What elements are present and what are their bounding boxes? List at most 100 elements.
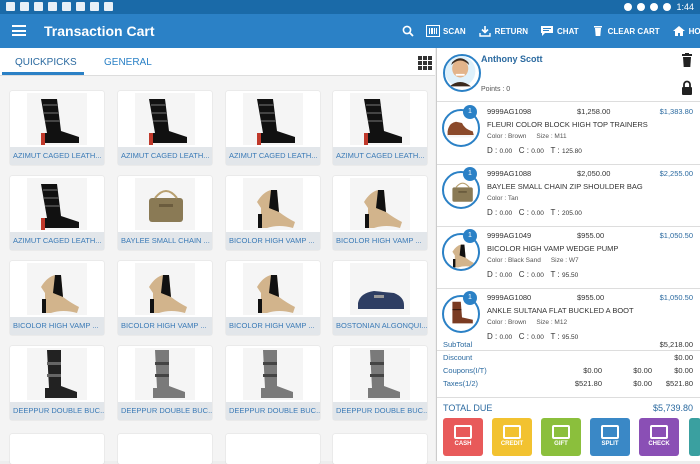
cart-item-dct: D : 0.00 C : 0.00 T : 205.00 [487,208,582,217]
product-card[interactable]: DEEPPUR DOUBLE BUC... [333,346,427,420]
product-image [118,93,212,147]
product-card-partial[interactable] [10,434,104,464]
product-label: AZIMUT CAGED LEATH... [226,147,320,165]
product-label: AZIMUT CAGED LEATH... [10,232,104,250]
credit-payment-button[interactable]: CREDIT [492,418,532,456]
cart-item-price: $955.00 [577,293,605,302]
cart-item-attributes: Color : Brown Size : M11 [487,133,567,140]
cart-item-total: $1,050.50 [659,293,693,302]
cart-item-name: BICOLOR HIGH VAMP WEDGE PUMP [487,244,619,253]
menu-icon[interactable] [12,25,26,36]
page-title: Transaction Cart [44,23,155,39]
product-label: AZIMUT CAGED LEATH... [333,147,427,165]
chat-button[interactable]: CHAT [540,25,579,37]
tab-general[interactable]: GENERAL [104,57,152,68]
product-image [333,178,427,232]
quantity-badge: 1 [463,229,477,243]
search-icon[interactable] [402,24,414,37]
product-card[interactable]: BICOLOR HIGH VAMP ... [333,176,427,250]
return-button[interactable]: RETURN [478,25,528,37]
product-card[interactable]: BICOLOR HIGH VAMP ... [226,176,320,250]
product-card[interactable]: DEEPPUR DOUBLE BUC... [226,346,320,420]
product-image [333,263,427,317]
product-image [226,348,320,402]
product-card[interactable]: BAYLEE SMALL CHAIN ... [118,176,212,250]
product-card[interactable]: AZIMUT CAGED LEATH... [226,91,320,165]
tab-bar: QUICKPICKS GENERAL [0,48,435,76]
scan-button[interactable]: SCAN [426,25,466,37]
customer-name[interactable]: Anthony Scott [481,54,543,64]
grid-view-icon[interactable] [418,56,432,70]
home-icon [672,26,685,36]
app-bar: Transaction Cart SCAN RETURN CHAT CLEAR … [0,14,700,48]
more-payment-button[interactable] [689,418,700,456]
product-image [10,348,104,402]
customer-points: Points : 0 [481,86,511,93]
product-label: DEEPPUR DOUBLE BUC... [118,402,212,420]
cart-item-name: BAYLEE SMALL CHAIN ZIP SHOULDER BAG [487,182,643,191]
quantity-badge: 1 [463,167,477,181]
wifi-icon [650,3,659,11]
product-card[interactable]: DEEPPUR DOUBLE BUC... [118,346,212,420]
clear-cart-button[interactable]: CLEAR CART [591,25,660,37]
notification-icon [90,2,99,11]
cart-item-total: $2,255.00 [659,169,693,178]
product-image [226,263,320,317]
product-label: BAYLEE SMALL CHAIN ... [118,232,212,250]
product-card[interactable]: AZIMUT CAGED LEATH... [10,176,104,250]
tab-quickpicks[interactable]: QUICKPICKS [15,57,77,68]
cart-item-price: $2,050.00 [577,169,611,178]
product-label: AZIMUT CAGED LEATH... [10,147,104,165]
avatar[interactable] [443,54,481,92]
product-label: AZIMUT CAGED LEATH... [118,147,212,165]
notification-icon [48,2,57,11]
cash-payment-button[interactable]: CASH [443,418,483,456]
product-card[interactable]: BOSTONIAN ALGONQUI... [333,261,427,335]
notification-icon [76,2,85,11]
taxes-row[interactable]: Taxes(1/2) $521.80 $0.00 $521.80 [437,378,700,391]
cart-item-sku: 9999AG1098 [487,107,532,116]
product-card[interactable]: AZIMUT CAGED LEATH... [333,91,427,165]
discount-row[interactable]: Discount $0.00 [437,352,700,365]
cart-panel: Anthony Scott Points : 0 1 9999AG1098 $1,2… [436,48,700,461]
product-card-partial[interactable] [118,434,212,464]
cart-item[interactable]: 1 9999AG1098 $1,258.00 $1,383.80 FLEURI COLO… [437,103,700,165]
product-image [118,263,212,317]
product-card[interactable]: AZIMUT CAGED LEATH... [10,91,104,165]
product-card-partial[interactable] [333,434,427,464]
product-card[interactable]: AZIMUT CAGED LEATH... [118,91,212,165]
product-label: BICOLOR HIGH VAMP ... [226,232,320,250]
cart-summary: SubTotal $5,218.00 Discount $0.00 Coupon… [437,339,700,391]
product-image [10,263,104,317]
clear-cart-icon [593,26,602,36]
gift-payment-button[interactable]: GIFT [541,418,581,456]
product-label: BICOLOR HIGH VAMP ... [118,317,212,335]
product-card-partial[interactable] [226,434,320,464]
home-button[interactable]: HOME [672,25,700,37]
trash-icon[interactable] [681,53,693,67]
product-image [333,93,427,147]
lock-icon[interactable] [681,80,693,95]
barcode-icon [426,25,440,37]
product-grid: AZIMUT CAGED LEATH... AZIMUT CAGED LEATH.… [0,76,435,464]
product-card[interactable]: BICOLOR HIGH VAMP ... [10,261,104,335]
status-bar: 1:44 [0,0,700,14]
product-panel: QUICKPICKS GENERAL AZIMUT CAGED LEATH...… [0,48,435,464]
cart-item-price: $1,258.00 [577,107,611,116]
cart-item[interactable]: 1 9999AG1049 $955.00 $1,050.50 BICOLOR HIGH … [437,227,700,289]
product-card[interactable]: DEEPPUR DOUBLE BUC... [10,346,104,420]
gift-icon [552,425,570,439]
split-payment-button[interactable]: SPLIT [590,418,630,456]
cart-item[interactable]: 1 9999AG1088 $2,050.00 $2,255.00 BAYLEE SMAL… [437,165,700,227]
total-due-row: TOTAL DUE $5,739.80 [437,397,700,417]
clock: 1:44 [676,2,694,12]
cart-item-price: $955.00 [577,231,605,240]
total-due-value: $5,739.80 [652,403,693,413]
notification-icon [20,2,29,11]
product-card[interactable]: BICOLOR HIGH VAMP ... [118,261,212,335]
product-card[interactable]: BICOLOR HIGH VAMP ... [226,261,320,335]
check-payment-button[interactable]: CHECK [639,418,679,456]
product-label: BOSTONIAN ALGONQUI... [333,317,427,335]
coupons-row[interactable]: Coupons(I/T) $0.00 $0.00 $0.00 [437,365,700,378]
notification-icon [62,2,71,11]
